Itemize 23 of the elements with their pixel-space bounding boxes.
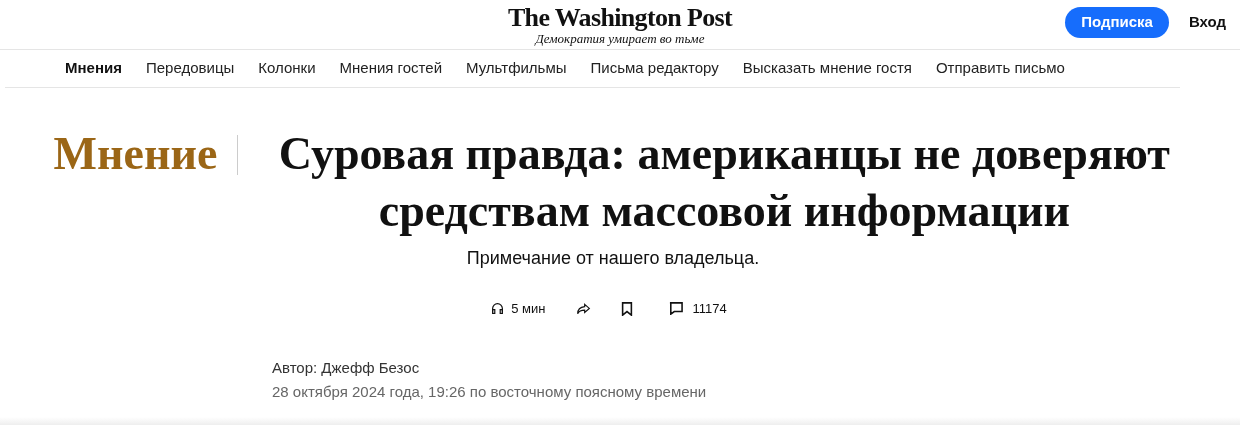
share-icon[interactable] xyxy=(575,301,591,316)
nav-link[interactable]: Отправить письмо xyxy=(935,57,1065,80)
tagline: Демократия умирает во тьме xyxy=(535,31,705,46)
dateline: 28 октября 2024 года, 19:26 по восточному поясному времени xyxy=(272,381,708,402)
comment-count[interactable]: 11174 xyxy=(692,299,727,319)
subscribe-button[interactable]: Подписка xyxy=(1065,7,1169,38)
nav-link[interactable]: Высказать мнение гостя xyxy=(742,57,912,80)
headphones-icon[interactable] xyxy=(491,302,505,316)
headline: Суровая правда: американцы не доверяют средствам массовой информации xyxy=(277,127,1171,238)
nav-link[interactable]: Письма редактору xyxy=(590,57,719,80)
nav-link[interactable]: Передовицы xyxy=(146,57,235,80)
comment-icon[interactable] xyxy=(668,302,683,316)
nav-link[interactable]: Мультфильмы xyxy=(466,57,567,80)
login-link[interactable]: Вход xyxy=(1188,11,1226,34)
byline: Автор: Джефф Безос xyxy=(272,357,421,378)
nav-link[interactable]: Колонки xyxy=(258,57,316,80)
section-label[interactable]: Мнение xyxy=(53,125,218,183)
subtitle: Примечание от нашего владельца. xyxy=(465,247,761,270)
bookmark-icon[interactable] xyxy=(620,301,633,316)
logo[interactable]: The Washington Post xyxy=(507,3,733,32)
nav-link[interactable]: Мнения xyxy=(65,57,122,80)
listen-time: 5 мин xyxy=(511,300,546,318)
nav-link[interactable]: Мнения гостей xyxy=(339,57,443,80)
